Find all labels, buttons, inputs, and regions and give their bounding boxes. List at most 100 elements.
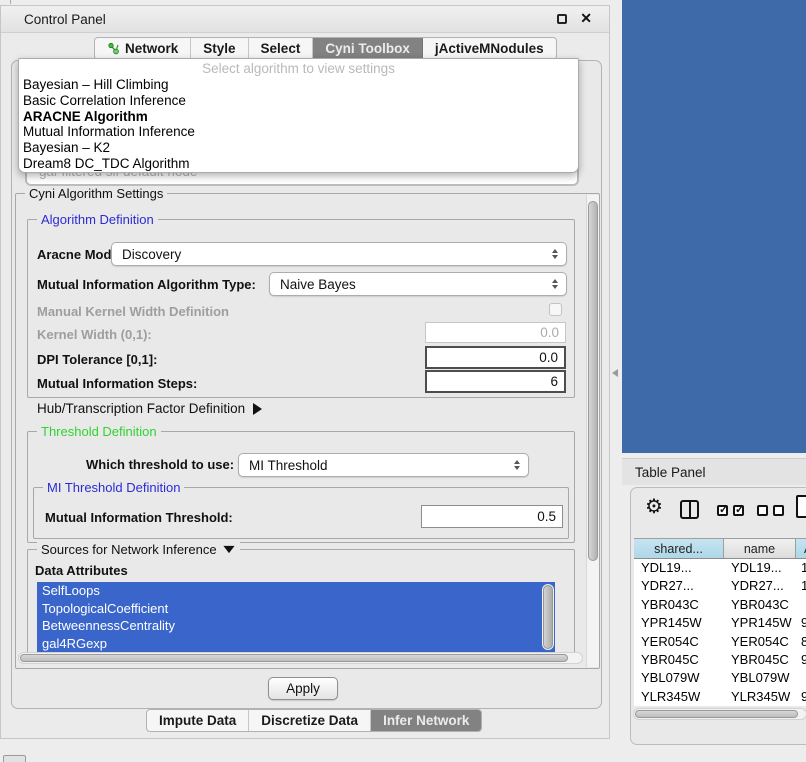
table-row[interactable]: YLR345WYLR345W9.: [634, 688, 806, 706]
network-icon: [107, 42, 120, 55]
table-horizontal-scrollbar[interactable]: [633, 708, 806, 720]
tab-discretize-data[interactable]: Discretize Data: [249, 710, 371, 731]
column-header-shared[interactable]: shared...: [634, 539, 724, 558]
close-panel-icon[interactable]: ✕: [580, 10, 592, 27]
which-threshold-select[interactable]: MI Threshold: [238, 453, 529, 477]
table-cell: [796, 596, 806, 614]
manual-kernel-width-label: Manual Kernel Width Definition: [37, 304, 229, 319]
mi-algorithm-type-select[interactable]: Naive Bayes: [269, 272, 567, 296]
table-cell: YBR045C: [634, 651, 724, 669]
mi-threshold-input[interactable]: 0.5: [421, 505, 563, 528]
table-row[interactable]: YBL079WYBL079W: [634, 669, 806, 687]
checked-columns-icon[interactable]: [717, 505, 744, 516]
algorithm-option-6[interactable]: Dream8 DC_TDC Algorithm: [19, 156, 578, 172]
kernel-width-input[interactable]: 0.0: [425, 322, 566, 343]
data-attributes-list[interactable]: SelfLoopsTopologicalCoefficientBetweenne…: [37, 582, 555, 652]
apply-button[interactable]: Apply: [268, 677, 338, 700]
screen: Control Panel ✕ Network Style Select Cyni T…: [0, 0, 806, 762]
table-toolbar: ⚙: [631, 488, 806, 537]
attribute-list-item[interactable]: TopologicalCoefficient: [37, 600, 555, 618]
table-cell: 12: [796, 577, 806, 595]
algorithm-definition-title: Algorithm Definition: [37, 212, 158, 227]
manual-kernel-width-checkbox[interactable]: [549, 303, 562, 316]
algorithm-option-1[interactable]: Bayesian – Hill Climbing: [19, 77, 578, 93]
tab-label: Impute Data: [159, 713, 236, 728]
dpi-tolerance-input[interactable]: 0.0: [425, 346, 566, 369]
spinner-arrows-icon: [514, 460, 520, 470]
table-row[interactable]: YBR045CYBR045C9.: [634, 651, 806, 669]
spinner-arrows-icon: [552, 279, 558, 289]
table-cell: YDL19...: [724, 559, 796, 577]
control-panel-title: Control Panel: [24, 12, 106, 27]
table-cell: YPR145W: [634, 614, 724, 632]
tab-label: Style: [203, 41, 235, 56]
settings-vertical-scrollbar[interactable]: [586, 195, 599, 667]
table-cell: YDL19...: [634, 559, 724, 577]
attribute-list-item[interactable]: SelfLoops: [37, 582, 555, 600]
kernel-width-label: Kernel Width (0,1):: [37, 327, 152, 342]
scrollbar-thumb[interactable]: [635, 710, 798, 718]
table-row[interactable]: YPR145WYPR145W9.: [634, 614, 806, 632]
aracne-mode-select[interactable]: Discovery: [111, 242, 567, 266]
table-cell: 13: [796, 559, 806, 577]
tab-label: jActiveMNodules: [435, 41, 544, 56]
tab-cyni-toolbox[interactable]: Cyni Toolbox: [313, 38, 423, 59]
checkbox-checked-icon: [717, 505, 728, 516]
collapsed-panel-icon[interactable]: [3, 755, 26, 762]
table-row[interactable]: YER054CYER054C8.: [634, 633, 806, 651]
collapsed-arrow-icon: [253, 403, 262, 415]
column-header-name[interactable]: name: [724, 539, 796, 558]
algorithm-option-4[interactable]: Mutual Information Inference: [19, 124, 578, 140]
settings-horizontal-scrollbar[interactable]: [18, 652, 583, 664]
algorithm-option-2[interactable]: Basic Correlation Inference: [19, 93, 578, 109]
attribute-list-item[interactable]: BetweennessCentrality: [37, 617, 555, 635]
tab-impute-data[interactable]: Impute Data: [147, 710, 249, 731]
split-columns-icon[interactable]: [680, 500, 699, 519]
dropdown-placeholder: Select algorithm to view settings: [19, 61, 578, 77]
column-header-a[interactable]: A: [796, 539, 806, 558]
unchecked-columns-icon[interactable]: [757, 505, 784, 516]
float-panel-button[interactable]: [557, 14, 567, 24]
tab-select[interactable]: Select: [249, 38, 314, 59]
algorithm-option-5[interactable]: Bayesian – K2: [19, 140, 578, 156]
table-row[interactable]: YBR043CYBR043C: [634, 596, 806, 614]
list-vertical-scrollbar[interactable]: [542, 584, 554, 650]
tab-label: Cyni Toolbox: [325, 41, 410, 56]
which-threshold-value: MI Threshold: [249, 458, 328, 473]
table-cell: 9.: [796, 614, 806, 632]
tab-network[interactable]: Network: [95, 38, 191, 59]
table-header-row: shared...nameA: [634, 538, 806, 559]
table-row[interactable]: YDR27...YDR27...12: [634, 577, 806, 595]
scrollbar-thumb[interactable]: [20, 654, 568, 662]
cyni-algorithm-settings-title: Cyni Algorithm Settings: [25, 186, 167, 201]
algorithm-option-list: Bayesian – Hill ClimbingBasic Correlatio…: [19, 77, 578, 172]
table-cell: YBR045C: [724, 651, 796, 669]
dpi-tolerance-label: DPI Tolerance [0,1]:: [37, 352, 157, 367]
document-icon[interactable]: [796, 495, 806, 518]
network-view-frame: GALGAL80GAL10GAL1SWI4GAL11GAL4GCY1HAP4YH…: [622, 0, 806, 453]
scrollbar-thumb[interactable]: [543, 585, 553, 649]
tab-label: Discretize Data: [261, 713, 358, 728]
algorithm-option-3[interactable]: ARACNE Algorithm: [19, 109, 578, 125]
mi-steps-input[interactable]: 6: [425, 370, 566, 393]
table-cell: YLR345W: [634, 688, 724, 706]
gear-icon[interactable]: ⚙: [645, 497, 663, 517]
algorithm-dropdown-popup: Select algorithm to view settings Bayesi…: [18, 58, 579, 173]
tab-jactivemnodules[interactable]: jActiveMNodules: [423, 38, 556, 59]
table-cell: YDR27...: [634, 577, 724, 595]
table-cell: YER054C: [724, 633, 796, 651]
tab-style[interactable]: Style: [191, 38, 248, 59]
hub-transcription-factor-section[interactable]: Hub/Transcription Factor Definition: [37, 401, 262, 416]
mi-threshold-label: Mutual Information Threshold:: [45, 510, 233, 525]
spinner-arrows-icon: [552, 249, 558, 259]
tab-infer-network[interactable]: Infer Network: [371, 710, 481, 731]
panel-splitter-handle[interactable]: [612, 369, 618, 377]
attribute-list-item[interactable]: gal4RGexp: [37, 635, 555, 653]
aracne-mode-value: Discovery: [122, 247, 181, 262]
sources-title[interactable]: Sources for Network Inference: [37, 542, 240, 557]
table-cell: YBR043C: [724, 596, 796, 614]
table-row[interactable]: YDL19...YDL19...13: [634, 559, 806, 577]
table-cell: YBL079W: [724, 669, 796, 687]
scrollbar-thumb[interactable]: [588, 201, 598, 561]
mi-steps-label: Mutual Information Steps:: [37, 376, 197, 391]
